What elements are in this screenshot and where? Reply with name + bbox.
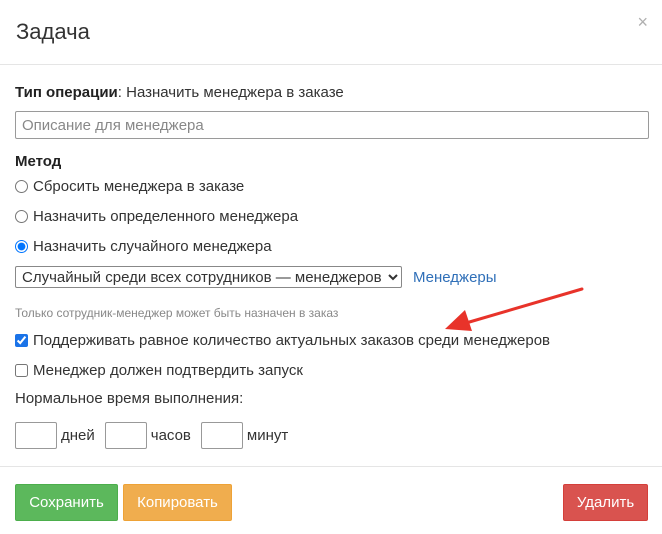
manager-note: Только сотрудник-менеджер может быть наз…: [15, 306, 339, 320]
equal-orders-checkbox[interactable]: [15, 333, 28, 347]
radio-random-label: Назначить случайного менеджера: [33, 238, 272, 255]
random-manager-select[interactable]: Случайный среди всех сотрудников — менед…: [15, 266, 402, 288]
operation-type-label: Тип операции: [15, 84, 118, 101]
days-unit: дней: [61, 427, 95, 444]
method-option-reset[interactable]: Сбросить менеджера в заказе: [15, 176, 655, 197]
managers-link[interactable]: Менеджеры: [413, 269, 497, 286]
normal-time-label: Нормальное время выполнения:: [15, 390, 244, 407]
operation-type: Тип операции: Назначить менеджера в зака…: [15, 84, 655, 102]
hours-unit: часов: [150, 427, 191, 444]
copy-button[interactable]: Копировать: [123, 484, 232, 521]
dialog-body: Тип операции: Назначить менеджера в зака…: [15, 84, 655, 449]
save-button[interactable]: Сохранить: [15, 484, 118, 521]
minutes-unit: минут: [246, 427, 289, 444]
random-select-row: Случайный среди всех сотрудников — менед…: [15, 266, 655, 288]
radio-reset[interactable]: [15, 180, 28, 193]
minutes-input[interactable]: [200, 422, 243, 449]
confirm-launch-label: Менеджер должен подтвердить запуск: [33, 361, 303, 379]
operation-type-separator: :: [117, 84, 127, 101]
dialog-footer: Сохранить Копировать Удалить: [0, 466, 662, 534]
normal-time-inputs: дней часов минут: [15, 422, 655, 449]
radio-specific[interactable]: [15, 210, 28, 223]
days-input[interactable]: [15, 422, 57, 449]
hours-input[interactable]: [104, 422, 147, 449]
dialog-title: Задача: [16, 19, 90, 44]
confirm-launch-option[interactable]: Менеджер должен подтвердить запуск: [15, 360, 655, 380]
delete-button[interactable]: Удалить: [563, 484, 648, 521]
radio-random[interactable]: [15, 240, 28, 253]
operation-type-value: Назначить менеджера в заказе: [126, 84, 344, 101]
description-input[interactable]: [15, 111, 649, 139]
radio-reset-label: Сбросить менеджера в заказе: [33, 178, 245, 195]
radio-specific-label: Назначить определенного менеджера: [33, 208, 299, 225]
close-icon[interactable]: ×: [637, 13, 648, 31]
method-option-specific[interactable]: Назначить определенного менеджера: [15, 206, 655, 227]
dialog-header: Задача ×: [0, 0, 662, 65]
equal-orders-option[interactable]: Поддерживать равное количество актуальны…: [15, 330, 655, 350]
method-label: Метод: [15, 153, 62, 170]
method-option-random[interactable]: Назначить случайного менеджера: [15, 236, 655, 257]
confirm-launch-checkbox[interactable]: [15, 363, 28, 377]
equal-orders-label: Поддерживать равное количество актуальны…: [33, 331, 551, 349]
